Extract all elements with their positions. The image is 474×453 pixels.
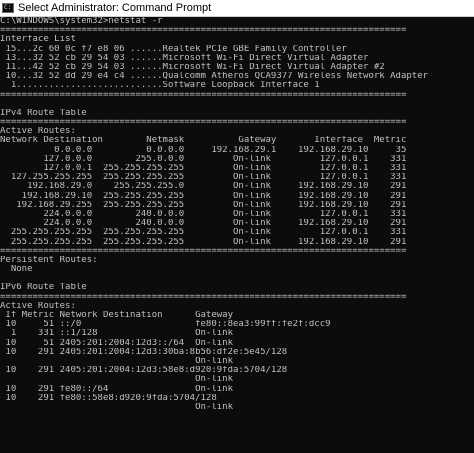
console-line: 0.0.0.0 0.0.0.0 192.168.29.1 192.168.29.… <box>0 145 407 155</box>
console-line: ========================================… <box>0 26 407 36</box>
console-line: IPv6 Route Table <box>0 283 87 293</box>
console-line: ========================================… <box>0 118 407 128</box>
console-line: 255.255.255.255 255.255.255.255 On-link … <box>0 228 407 238</box>
console-line: 192.168.29.10 255.255.255.255 On-link 19… <box>0 191 407 201</box>
console-line: ========================================… <box>0 292 407 302</box>
console-line: 1...........................Software Loo… <box>0 81 320 91</box>
console-line: ========================================… <box>0 90 407 100</box>
console-line: 127.0.0.0 255.0.0.0 On-link 127.0.0.1 33… <box>0 154 407 164</box>
console-line: 1 331 ::1/128 On-link <box>0 329 233 339</box>
console-line: None <box>0 265 33 275</box>
console-line: 224.0.0.0 240.0.0.0 On-link 192.168.29.1… <box>0 219 407 229</box>
console-line: IPv4 Route Table <box>0 108 87 118</box>
console-line: On-link <box>0 402 233 412</box>
console-line: 224.0.0.0 240.0.0.0 On-link 127.0.0.1 33… <box>0 209 407 219</box>
console-line: Persistent Routes: <box>0 255 98 265</box>
console-line: 15...2c 60 0c f7 e8 06 ......Realtek PCI… <box>0 44 347 54</box>
console-line: Network Destination Netmask Gateway Inte… <box>0 136 407 146</box>
title-bar[interactable]: C: Select Administrator: Command Prompt <box>0 0 474 17</box>
console-line: 10 51 2405:201:2004:12d3::/64 On-link <box>0 338 233 348</box>
console-line: 255.255.255.255 255.255.255.255 On-link … <box>0 237 407 247</box>
console-line: On-link <box>0 375 233 385</box>
console-line: Active Routes: <box>0 301 76 311</box>
console-line: ========================================… <box>0 246 407 256</box>
console-line: 192.168.29.255 255.255.255.255 On-link 1… <box>0 200 407 210</box>
console-line: Interface List <box>0 35 76 45</box>
console-line: 13...32 52 cb 29 54 03 ......Microsoft W… <box>0 53 369 63</box>
console-output[interactable]: C:\WINDOWS\system32>netstat -r ==========… <box>0 17 474 453</box>
console-line: 127.0.0.1 255.255.255.255 On-link 127.0.… <box>0 164 407 173</box>
console-line: 10 291 2405:201:2004:12d3:30ba:8b56:df2e… <box>0 347 288 357</box>
console-line: 10 291 fe80::58e8:d920:9fda:5704/128 <box>0 393 217 403</box>
console-line: On-link <box>0 356 233 366</box>
console-line: 11...42 52 cb 29 54 03 ......Microsoft W… <box>0 62 385 72</box>
console-line: 10 291 fe80::/64 On-link <box>0 384 233 394</box>
console-line: C:\WINDOWS\system32>netstat -r <box>0 17 163 26</box>
window-title: Select Administrator: Command Prompt <box>18 2 212 14</box>
console-line: 10 51 ::/0 fe80::8ea3:99ff:fe2f:dcc9 <box>0 320 331 330</box>
console-line: 127.255.255.255 255.255.255.255 On-link … <box>0 173 407 183</box>
console-line: 10 291 2405:201:2004:12d3:58e8:d920:9fda… <box>0 366 288 376</box>
console-line: Active Routes: <box>0 127 76 137</box>
command-prompt-window: C: Select Administrator: Command Prompt … <box>0 0 474 453</box>
console-icon[interactable]: C: <box>2 3 14 13</box>
console-line: 192.168.29.0 255.255.255.0 On-link 192.1… <box>0 182 407 192</box>
console-line: If Metric Network Destination Gateway <box>0 311 233 320</box>
console-line: 10...32 52 dd 29 e4 c4 ......Qualcomm At… <box>0 72 429 82</box>
